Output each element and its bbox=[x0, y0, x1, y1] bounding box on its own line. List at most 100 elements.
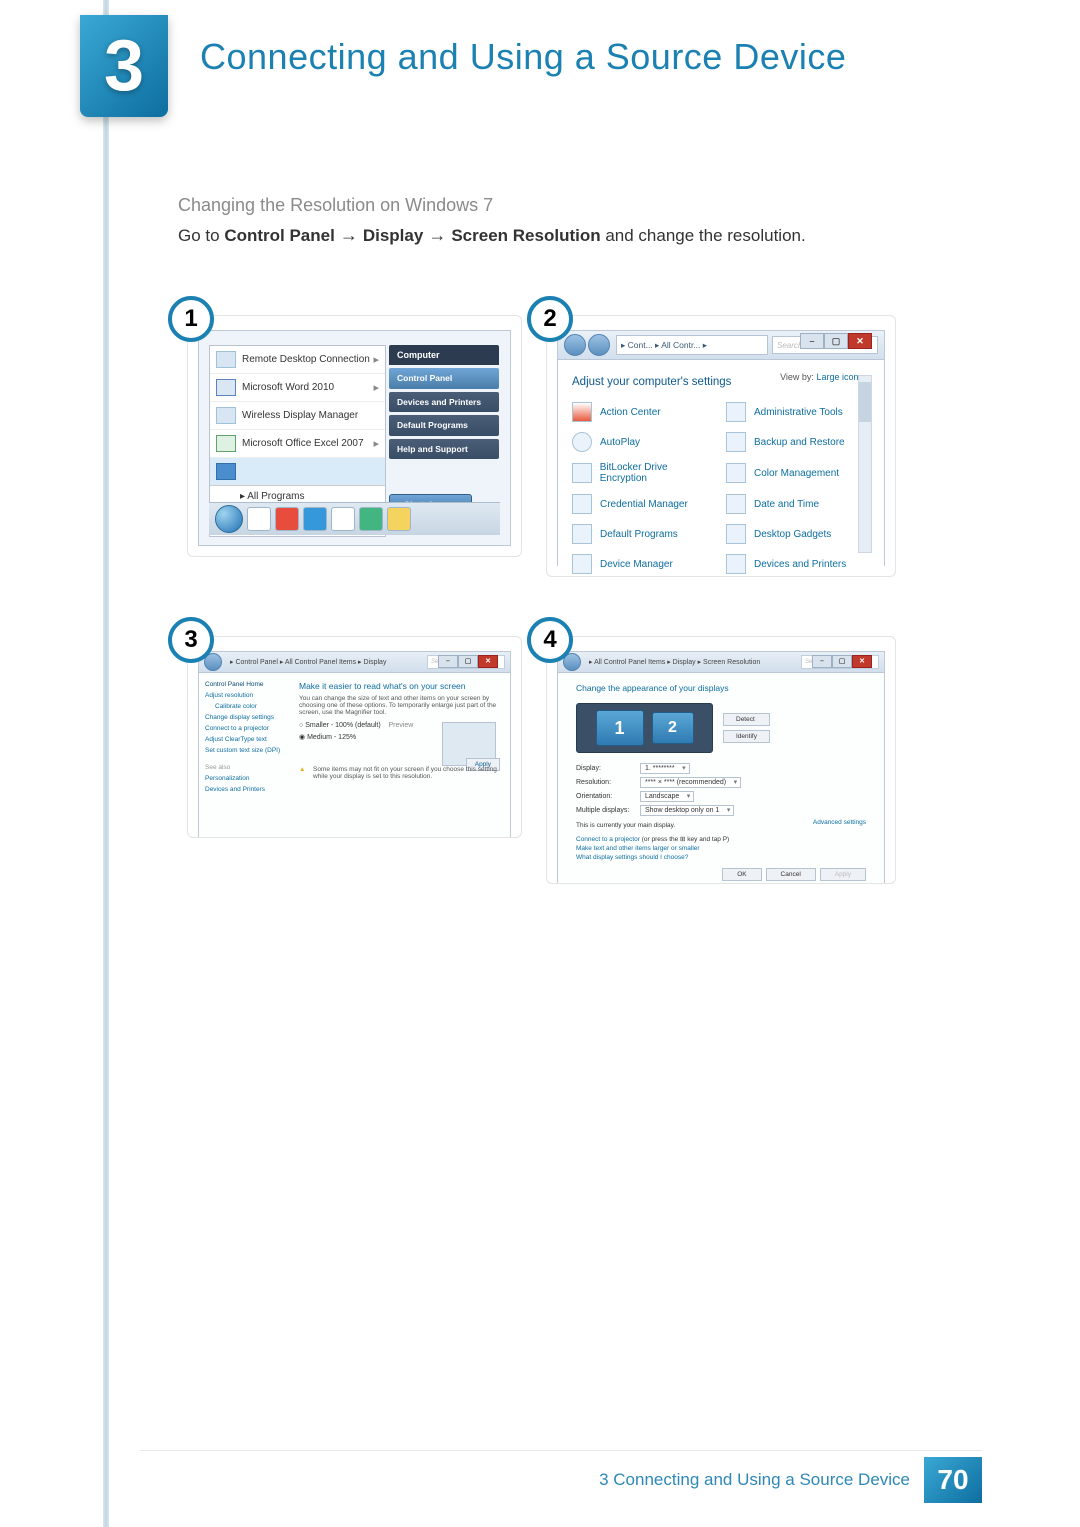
start-orb-icon[interactable] bbox=[215, 505, 243, 533]
start-devices-printers[interactable]: Devices and Printers bbox=[389, 392, 499, 413]
scrollbar[interactable] bbox=[858, 375, 872, 553]
gadgets-icon bbox=[726, 524, 746, 544]
window-controls: –▢✕ bbox=[438, 655, 498, 668]
minimize-button[interactable]: – bbox=[812, 655, 832, 668]
orientation-select[interactable]: Landscape bbox=[640, 791, 694, 802]
sidebar-custom-text[interactable]: Set custom text size (DPI) bbox=[205, 747, 283, 754]
display-heading: Make it easier to read what's on your sc… bbox=[299, 681, 500, 691]
start-help-support[interactable]: Help and Support bbox=[389, 439, 499, 460]
taskbar-item[interactable] bbox=[247, 507, 271, 531]
scrollbar-thumb[interactable] bbox=[859, 382, 871, 422]
breadcrumb[interactable]: ▸ Control Panel ▸ All Control Panel Item… bbox=[226, 658, 427, 666]
maximize-button[interactable]: ▢ bbox=[458, 655, 478, 668]
step-3-screenshot: –▢✕ ▸ Control Panel ▸ All Control Panel … bbox=[187, 636, 522, 838]
cp-credential-mgr[interactable]: Credential Manager bbox=[572, 494, 716, 514]
menu-item-remote-desktop[interactable]: Remote Desktop Connection▸ bbox=[210, 346, 385, 373]
apply-button[interactable]: Apply bbox=[820, 868, 866, 881]
cp-backup-restore[interactable]: Backup and Restore bbox=[726, 432, 870, 452]
taskbar-item[interactable] bbox=[275, 507, 299, 531]
taskbar-item[interactable] bbox=[387, 507, 411, 531]
maximize-button[interactable]: ▢ bbox=[824, 333, 848, 349]
minimize-button[interactable]: – bbox=[438, 655, 458, 668]
sidebar-personalization[interactable]: Personalization bbox=[205, 775, 283, 782]
step-4-screenshot: –▢✕ ▸ All Control Panel Items ▸ Display … bbox=[546, 636, 896, 884]
display-description: You can change the size of text and othe… bbox=[299, 695, 500, 716]
cp-autoplay[interactable]: AutoPlay bbox=[572, 432, 716, 452]
flag-icon bbox=[572, 402, 592, 422]
sidebar-adjust-res[interactable]: Adjust resolution bbox=[205, 692, 283, 699]
printer-icon bbox=[726, 554, 746, 574]
display-settings-help-link[interactable]: What display settings should I choose? bbox=[576, 854, 866, 861]
taskbar bbox=[209, 502, 500, 535]
start-control-panel[interactable]: Control Panel bbox=[389, 368, 499, 389]
chapter-badge: 3 bbox=[80, 15, 168, 117]
left-stripe bbox=[103, 0, 109, 1527]
monitor-1-icon[interactable]: 1 bbox=[596, 710, 644, 746]
sidebar-calibrate[interactable]: Calibrate color bbox=[205, 703, 283, 710]
minimize-button[interactable]: – bbox=[800, 333, 824, 349]
menu-item-word[interactable]: Microsoft Word 2010▸ bbox=[210, 373, 385, 401]
page-number: 70 bbox=[924, 1457, 982, 1503]
forward-button[interactable] bbox=[588, 334, 610, 356]
back-button[interactable] bbox=[564, 334, 586, 356]
word-icon bbox=[216, 379, 236, 396]
connect-projector-link[interactable]: Connect to a projector (or press the ⊞ k… bbox=[576, 835, 866, 843]
taskbar-item[interactable] bbox=[303, 507, 327, 531]
menu-item-excel[interactable]: Microsoft Office Excel 2007▸ bbox=[210, 429, 385, 457]
multiple-displays-select[interactable]: Show desktop only on 1 bbox=[640, 805, 734, 816]
excel-icon bbox=[216, 435, 236, 452]
close-button[interactable]: ✕ bbox=[478, 655, 498, 668]
cp-default-programs[interactable]: Default Programs bbox=[572, 524, 716, 544]
monitor-arrangement[interactable]: 1 2 bbox=[576, 703, 713, 753]
chevron-right-icon: ▸ bbox=[373, 353, 379, 366]
footer-divider bbox=[140, 1450, 982, 1451]
menu-item-blank[interactable] bbox=[210, 457, 385, 485]
footer-chapter-text: 3 Connecting and Using a Source Device bbox=[599, 1470, 910, 1490]
step-badge-3: 3 bbox=[168, 617, 214, 663]
chapter-number: 3 bbox=[104, 30, 144, 102]
cancel-button[interactable]: Cancel bbox=[766, 868, 816, 881]
chevron-right-icon: ▸ bbox=[373, 437, 379, 450]
close-button[interactable]: ✕ bbox=[848, 333, 872, 349]
cd-icon bbox=[572, 432, 592, 452]
clock-icon bbox=[726, 494, 746, 514]
breadcrumb[interactable]: ▸ All Control Panel Items ▸ Display ▸ Sc… bbox=[585, 658, 801, 666]
cp-devices-printers[interactable]: Devices and Printers bbox=[726, 554, 870, 574]
cp-date-time[interactable]: Date and Time bbox=[726, 494, 870, 514]
cp-bitlocker[interactable]: BitLocker Drive Encryption bbox=[572, 462, 716, 484]
taskbar-item[interactable] bbox=[331, 507, 355, 531]
warning-text: Some items may not fit on your screen if… bbox=[299, 766, 500, 780]
step-1-screenshot: Remote Desktop Connection▸ Microsoft Wor… bbox=[187, 315, 522, 557]
view-by[interactable]: View by: Large icons ▾ bbox=[780, 372, 870, 383]
cp-action-center[interactable]: Action Center bbox=[572, 402, 716, 422]
taskbar-item[interactable] bbox=[359, 507, 383, 531]
start-default-programs[interactable]: Default Programs bbox=[389, 415, 499, 436]
detect-button[interactable]: Detect bbox=[723, 713, 770, 726]
resolution-select[interactable]: **** × **** (recommended) bbox=[640, 777, 741, 788]
app-icon bbox=[216, 463, 236, 480]
start-computer[interactable]: Computer bbox=[389, 345, 499, 365]
cp-device-manager[interactable]: Device Manager bbox=[572, 554, 716, 574]
monitor-2-icon[interactable]: 2 bbox=[652, 712, 694, 744]
sidebar-home[interactable]: Control Panel Home bbox=[205, 681, 283, 688]
address-bar[interactable]: ▸ Cont... ▸ All Contr... ▸ bbox=[616, 335, 768, 355]
advanced-settings-link[interactable]: Advanced settings bbox=[813, 819, 866, 826]
cp-desktop-gadgets[interactable]: Desktop Gadgets bbox=[726, 524, 870, 544]
display-select[interactable]: 1. ******** bbox=[640, 763, 690, 774]
sidebar: Control Panel Home Adjust resolution Cal… bbox=[199, 673, 289, 838]
sidebar-cleartype[interactable]: Adjust ClearType text bbox=[205, 736, 283, 743]
close-button[interactable]: ✕ bbox=[852, 655, 872, 668]
display-label: Display: bbox=[576, 765, 640, 772]
sidebar-change-display[interactable]: Change display settings bbox=[205, 714, 283, 721]
chevron-right-icon: ▸ bbox=[373, 381, 379, 394]
cp-admin-tools[interactable]: Administrative Tools bbox=[726, 402, 870, 422]
sidebar-connect-projector[interactable]: Connect to a projector bbox=[205, 725, 283, 732]
maximize-button[interactable]: ▢ bbox=[832, 655, 852, 668]
cp-color-mgmt[interactable]: Color Management bbox=[726, 462, 870, 484]
identify-button[interactable]: Identify bbox=[723, 730, 770, 743]
menu-item-wdm[interactable]: Wireless Display Manager bbox=[210, 401, 385, 429]
window-controls: – ▢ ✕ bbox=[800, 333, 872, 349]
sidebar-devices-printers[interactable]: Devices and Printers bbox=[205, 786, 283, 793]
ok-button[interactable]: OK bbox=[722, 868, 761, 881]
text-size-link[interactable]: Make text and other items larger or smal… bbox=[576, 845, 866, 852]
